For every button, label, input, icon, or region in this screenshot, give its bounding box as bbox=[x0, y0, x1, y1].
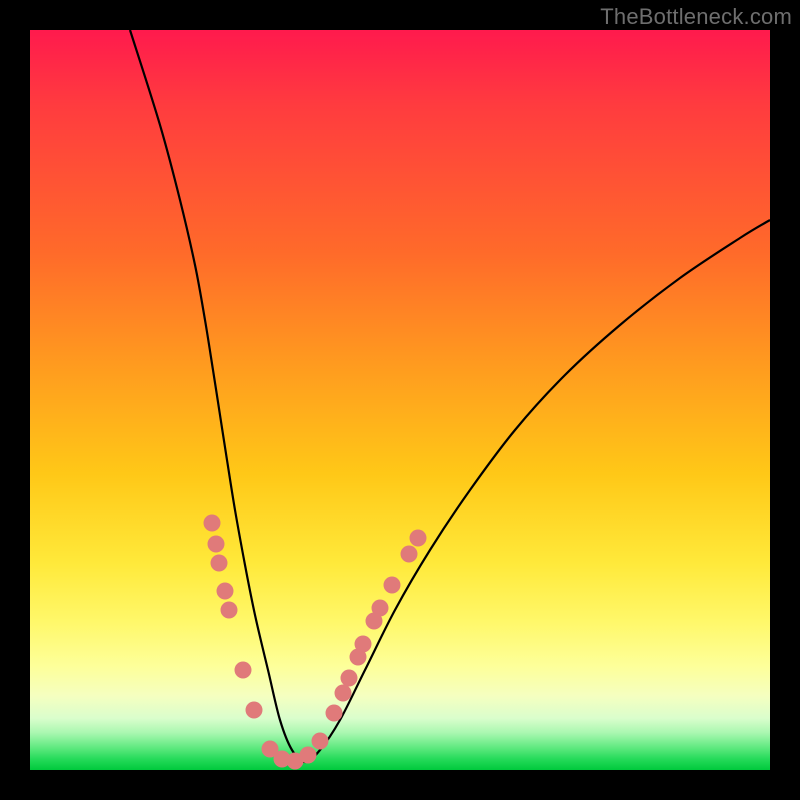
data-marker bbox=[401, 546, 418, 563]
bottleneck-curve bbox=[130, 30, 770, 762]
curve-svg bbox=[30, 30, 770, 770]
data-marker bbox=[204, 515, 221, 532]
plot-area bbox=[30, 30, 770, 770]
data-marker bbox=[300, 747, 317, 764]
watermark-text: TheBottleneck.com bbox=[600, 4, 792, 30]
data-marker bbox=[246, 702, 263, 719]
data-marker bbox=[341, 670, 358, 687]
data-marker bbox=[355, 636, 372, 653]
data-marker bbox=[410, 530, 427, 547]
data-marker bbox=[384, 577, 401, 594]
data-marker bbox=[326, 705, 343, 722]
data-marker bbox=[335, 685, 352, 702]
chart-frame: TheBottleneck.com bbox=[0, 0, 800, 800]
data-marker bbox=[208, 536, 225, 553]
data-marker bbox=[217, 583, 234, 600]
data-marker bbox=[211, 555, 228, 572]
data-marker bbox=[221, 602, 238, 619]
data-marker bbox=[372, 600, 389, 617]
data-marker bbox=[235, 662, 252, 679]
data-marker bbox=[312, 733, 329, 750]
marker-group bbox=[204, 515, 427, 770]
